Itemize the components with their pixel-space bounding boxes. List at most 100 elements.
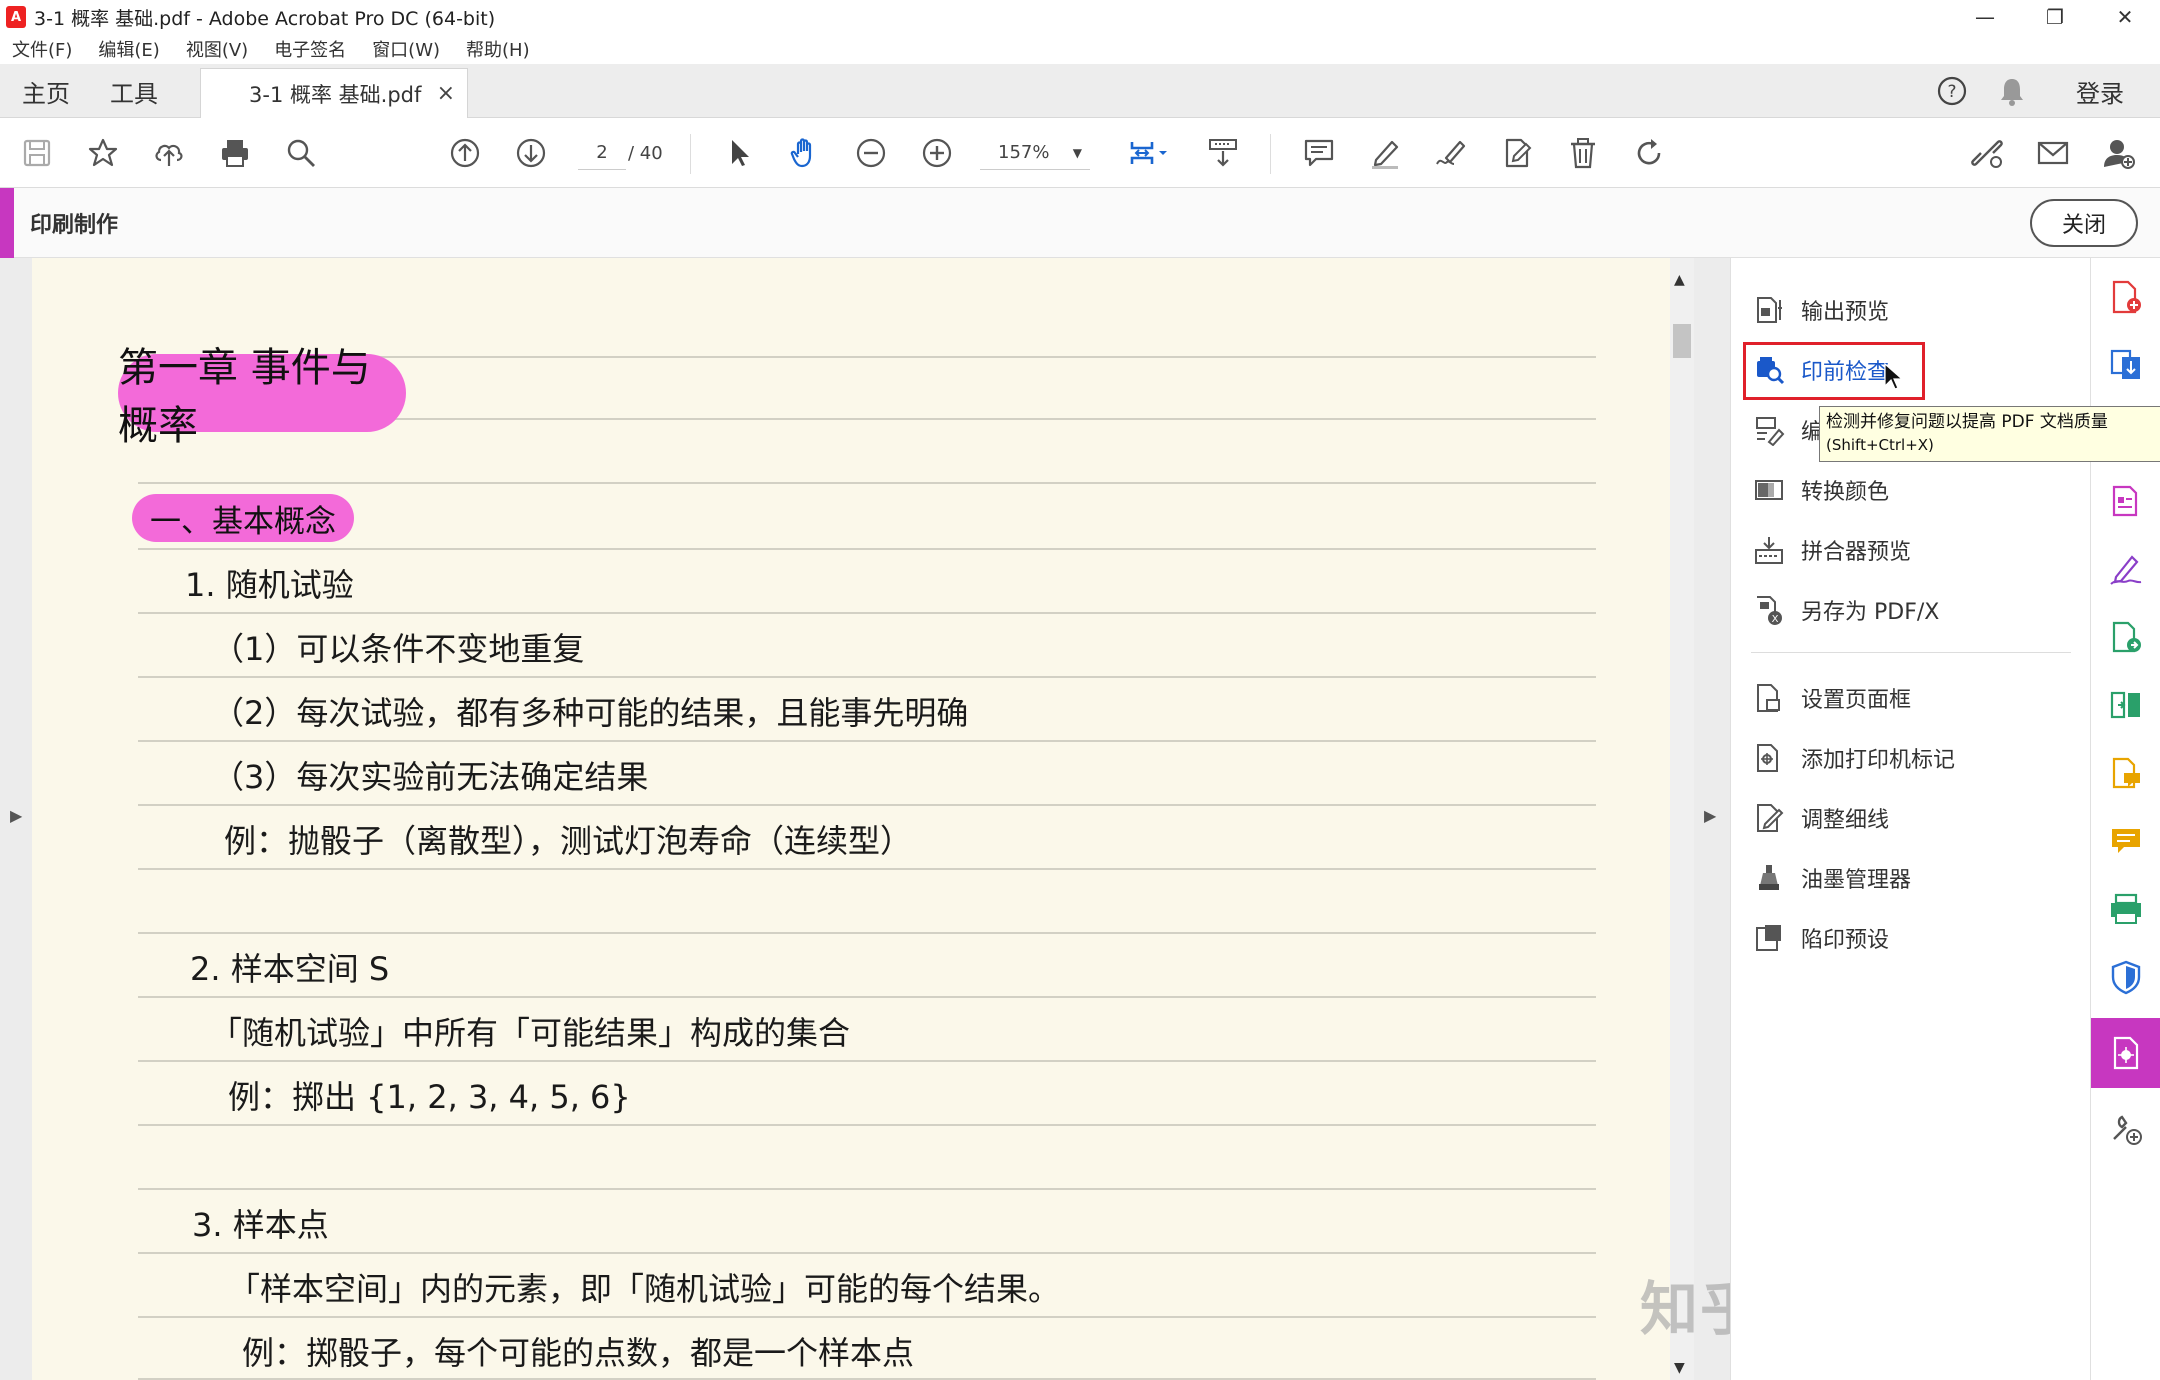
- print-production-icon[interactable]: [2101, 1028, 2151, 1078]
- tool-label: 设置页面框: [1801, 688, 1912, 713]
- sign-pen-icon[interactable]: [1426, 128, 1476, 178]
- tool-printer-marks[interactable]: 添加打印机标记: [1751, 736, 2071, 780]
- expand-left-chevron-icon[interactable]: ▶: [10, 806, 22, 825]
- bookmark-star-icon[interactable]: [78, 128, 128, 178]
- text-line: （2）每次试验，都有多种可能的结果，且能事先明确: [212, 694, 969, 732]
- previous-page-icon[interactable]: [440, 128, 490, 178]
- panel-title: 印刷制作: [30, 213, 119, 238]
- menu-view[interactable]: 视图(V): [186, 36, 248, 62]
- save-pdfx-icon: X: [1751, 592, 1787, 628]
- restore-button[interactable]: ❐: [2020, 0, 2090, 34]
- comment-file-icon[interactable]: [2101, 748, 2151, 798]
- rule-line: [138, 932, 1596, 934]
- pdf-page[interactable]: 第一章 事件与概率 一、基本概念 1. 随机试验 （1）可以条件不变地重复 （2…: [32, 258, 1670, 1380]
- zoom-dropdown-chevron-icon: ▼: [1072, 145, 1082, 160]
- compare-files-icon[interactable]: [2101, 680, 2151, 730]
- close-tab-icon[interactable]: ×: [437, 81, 455, 106]
- tab-bar: 主页 工具 3-1 概率 基础.pdf × ? 登录: [0, 64, 2160, 118]
- chapter-heading: 第一章 事件与概率: [118, 345, 406, 449]
- link-settings-icon[interactable]: [1962, 128, 2012, 178]
- fill-sign-icon[interactable]: [2101, 544, 2151, 594]
- vertical-scrollbar[interactable]: ▲ ▼: [1670, 258, 1694, 1380]
- tool-set-page-boxes[interactable]: 设置页面框: [1751, 676, 2071, 720]
- protect-shield-icon[interactable]: [2101, 952, 2151, 1002]
- scroll-up-arrow-icon[interactable]: ▲: [1674, 272, 1685, 288]
- share-edit-icon[interactable]: [1492, 128, 1542, 178]
- rotate-redo-icon[interactable]: [1624, 128, 1674, 178]
- scroll-mode-icon[interactable]: [1198, 128, 1248, 178]
- tab-home[interactable]: 主页: [22, 64, 70, 118]
- tool-output-preview[interactable]: 输出预览: [1751, 288, 2071, 332]
- help-icon[interactable]: ?: [1932, 64, 1972, 118]
- document-viewport: ▶ 第一章 事件与概率 一、基本概念 1. 随机试验 （1）可以条件不变地重复 …: [0, 258, 1730, 1380]
- rule-line: [138, 996, 1596, 998]
- menu-file[interactable]: 文件(F): [12, 36, 72, 62]
- print-production-tools-panel: 输出预览 印前检查 编 检测并修复问题以提高 PDF 文档质量 (Shift+C…: [1730, 258, 2160, 1380]
- text-line: 「随机试验」中所有「可能结果」构成的集合: [210, 1014, 851, 1052]
- text-line: 例：掷骰子，每个可能的点数，都是一个样本点: [242, 1334, 915, 1372]
- zoom-out-icon[interactable]: [846, 128, 896, 178]
- search-zoom-icon[interactable]: [276, 128, 326, 178]
- comment-bubble-icon[interactable]: [2101, 816, 2151, 866]
- scan-ocr-icon[interactable]: [2101, 884, 2151, 934]
- left-pane-toggle[interactable]: ▶: [0, 258, 32, 1380]
- cloud-upload-icon[interactable]: [144, 128, 194, 178]
- hand-tool-icon[interactable]: [780, 128, 830, 178]
- tool-flattener-preview[interactable]: 拼合器预览: [1751, 528, 2071, 572]
- preflight-tooltip: 检测并修复问题以提高 PDF 文档质量 (Shift+Ctrl+X): [1819, 406, 2160, 462]
- create-pdf-icon[interactable]: [2101, 272, 2151, 322]
- menu-help[interactable]: 帮助(H): [466, 36, 530, 62]
- send-for-review-icon[interactable]: [2101, 612, 2151, 662]
- organize-pages-icon[interactable]: [2101, 476, 2151, 526]
- close-window-button[interactable]: ✕: [2090, 0, 2160, 34]
- right-pane-splitter[interactable]: ▶: [1694, 258, 1730, 1380]
- select-arrow-icon[interactable]: [714, 128, 764, 178]
- notification-bell-icon[interactable]: [1992, 64, 2032, 118]
- menu-esign[interactable]: 电子签名: [274, 36, 346, 62]
- close-panel-button[interactable]: 关闭: [2030, 199, 2138, 247]
- tool-trap-presets[interactable]: 陷印预设: [1751, 916, 2071, 960]
- more-tools-icon[interactable]: [2101, 1104, 2151, 1154]
- zoom-level-select[interactable]: 157% ▼: [980, 136, 1090, 170]
- scroll-down-arrow-icon[interactable]: ▼: [1674, 1360, 1685, 1376]
- login-button[interactable]: 登录: [2060, 64, 2140, 118]
- tool-label: 输出预览: [1801, 300, 1890, 325]
- tool-save-pdfx[interactable]: X 另存为 PDF/X: [1751, 588, 2071, 632]
- print-icon[interactable]: [210, 128, 260, 178]
- delete-trash-icon[interactable]: [1558, 128, 1608, 178]
- tab-document[interactable]: 3-1 概率 基础.pdf ×: [200, 68, 468, 118]
- zoom-in-icon[interactable]: [912, 128, 962, 178]
- tool-ink-manager[interactable]: 油墨管理器: [1751, 856, 2071, 900]
- comment-icon[interactable]: [1294, 128, 1344, 178]
- tooltip-shortcut: (Shift+Ctrl+X): [1826, 436, 1934, 454]
- rule-line: [138, 804, 1596, 806]
- rule-line: [138, 868, 1596, 870]
- menu-window[interactable]: 窗口(W): [372, 36, 440, 62]
- tool-convert-colors[interactable]: 转换颜色: [1751, 468, 2071, 512]
- toolbar-divider: [1270, 134, 1271, 174]
- tool-label: 转换颜色: [1801, 480, 1890, 505]
- save-icon[interactable]: [12, 128, 62, 178]
- menu-edit[interactable]: 编辑(E): [98, 36, 159, 62]
- minimize-button[interactable]: —: [1950, 0, 2020, 34]
- scrollbar-thumb[interactable]: [1673, 324, 1691, 358]
- page-number-input[interactable]: 2: [578, 136, 626, 170]
- text-line: （1）可以条件不变地重复: [212, 630, 585, 668]
- next-page-icon[interactable]: [506, 128, 556, 178]
- export-pdf-icon[interactable]: [2101, 340, 2151, 390]
- collapse-right-chevron-icon[interactable]: ▶: [1704, 806, 1716, 825]
- page-total: / 40: [628, 142, 663, 164]
- email-envelope-icon[interactable]: [2028, 128, 2078, 178]
- account-add-icon[interactable]: [2094, 128, 2144, 178]
- trap-presets-icon: [1751, 920, 1787, 956]
- section-heading: 一、基本概念: [132, 494, 354, 542]
- highlight-pen-icon[interactable]: [1360, 128, 1410, 178]
- tool-fix-hairlines[interactable]: 调整细线: [1751, 796, 2071, 840]
- fit-page-icon[interactable]: [1116, 128, 1180, 178]
- tool-label: 添加打印机标记: [1801, 748, 1956, 773]
- acrobat-app-icon: A: [6, 6, 26, 28]
- tab-tools[interactable]: 工具: [110, 64, 158, 118]
- text-line: 2. 样本空间 S: [190, 950, 390, 988]
- text-line: （3）每次实验前无法确定结果: [212, 758, 649, 796]
- rule-line: [138, 482, 1596, 484]
